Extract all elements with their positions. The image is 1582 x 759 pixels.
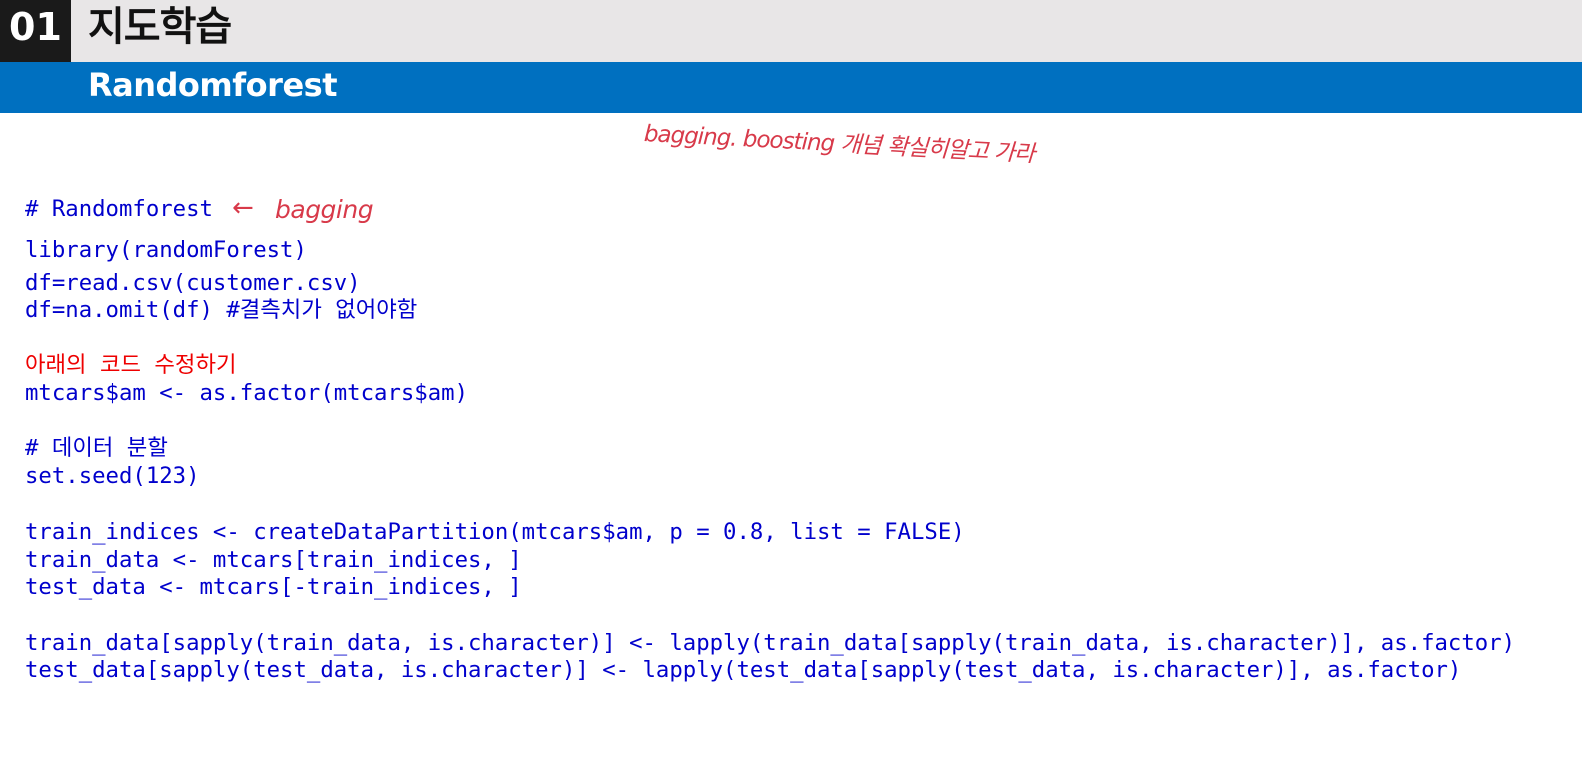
handwritten-note-bagging: bagging (275, 195, 374, 224)
code-comment-randomforest: # Randomforest (25, 196, 213, 222)
code-line-na-omit: df=na.omit(df) #결측치가 없어야함 (25, 297, 418, 323)
code-line-train-data: train_data <- mtcars[train_indices, ] (25, 547, 522, 573)
section-title: 지도학습 (88, 4, 232, 50)
code-line-test-data: test_data <- mtcars[-train_indices, ] (25, 574, 522, 600)
subtitle: Randomforest (88, 66, 337, 104)
code-line-train-lapply: train_data[sapply(train_data, is.charact… (25, 630, 1516, 656)
code-line-read-csv: df=read.csv(customer.csv) (25, 270, 361, 296)
code-line-test-lapply: test_data[sapply(test_data, is.character… (25, 657, 1462, 683)
header-bar (0, 0, 1582, 62)
slide-page: 01 지도학습 Randomforest bagging. boosting 개… (0, 0, 1582, 759)
code-note-modify: 아래의 코드 수정하기 (25, 352, 237, 378)
code-line-library: library(randomForest) (25, 237, 307, 263)
handwritten-arrow-icon: ← (232, 193, 254, 223)
handwritten-note-top: bagging. boosting 개념 확실히알고 가라 (643, 120, 1035, 168)
code-line-set-seed: set.seed(123) (25, 463, 200, 489)
code-line-train-indices: train_indices <- createDataPartition(mtc… (25, 519, 965, 545)
code-comment-split: # 데이터 분할 (25, 435, 168, 461)
section-number: 01 (0, 0, 71, 62)
code-line-as-factor: mtcars$am <- as.factor(mtcars$am) (25, 380, 468, 406)
